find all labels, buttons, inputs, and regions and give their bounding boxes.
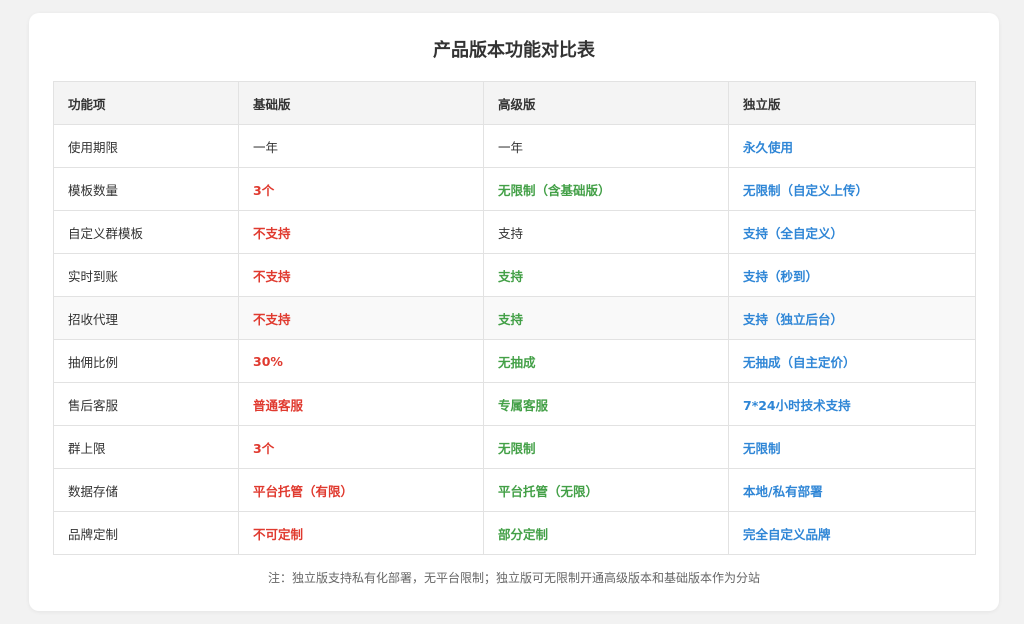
feature-cell: 抽佣比例 [53, 339, 239, 383]
feature-cell: 招收代理 [53, 296, 239, 340]
basic-cell: 3个 [238, 425, 484, 469]
feature-cell: 使用期限 [53, 124, 239, 168]
feature-cell: 品牌定制 [53, 511, 239, 555]
comparison-table: 功能项 基础版 高级版 独立版 使用期限 一年 一年 永久使用 模板数量 3个 无限制（含基… [53, 81, 976, 555]
table-row: 使用期限 一年 一年 永久使用 [53, 124, 976, 168]
table-row: 模板数量 3个 无限制（含基础版） 无限制（自定义上传） [53, 167, 976, 211]
table-row: 群上限 3个 无限制 无限制 [53, 425, 976, 469]
table-header-row: 功能项 基础版 高级版 独立版 [53, 81, 976, 125]
advanced-cell: 平台托管（无限） [483, 468, 729, 512]
table-row: 售后客服 普通客服 专属客服 7*24小时技术支持 [53, 382, 976, 426]
table-row: 品牌定制 不可定制 部分定制 完全自定义品牌 [53, 511, 976, 555]
independent-cell: 支持（全自定义） [728, 210, 976, 254]
header-independent: 独立版 [728, 81, 976, 125]
feature-cell: 实时到账 [53, 253, 239, 297]
basic-cell: 不可定制 [238, 511, 484, 555]
table-row: 抽佣比例 30% 无抽成 无抽成（自主定价） [53, 339, 976, 383]
table-row: 数据存储 平台托管（有限） 平台托管（无限） 本地/私有部署 [53, 468, 976, 512]
independent-cell: 完全自定义品牌 [728, 511, 976, 555]
feature-cell: 模板数量 [53, 167, 239, 211]
feature-cell: 群上限 [53, 425, 239, 469]
advanced-cell: 无限制（含基础版） [483, 167, 729, 211]
basic-cell: 3个 [238, 167, 484, 211]
independent-cell: 永久使用 [728, 124, 976, 168]
comparison-card: 产品版本功能对比表 功能项 基础版 高级版 独立版 使用期限 一年 一年 永久使用 模板… [29, 13, 999, 611]
independent-cell: 无限制（自定义上传） [728, 167, 976, 211]
advanced-cell: 支持 [483, 210, 729, 254]
advanced-cell: 一年 [483, 124, 729, 168]
header-basic: 基础版 [238, 81, 484, 125]
table-body: 使用期限 一年 一年 永久使用 模板数量 3个 无限制（含基础版） 无限制（自定义上传） 自定义… [53, 124, 976, 555]
basic-cell: 不支持 [238, 296, 484, 340]
header-feature: 功能项 [53, 81, 239, 125]
basic-cell: 平台托管（有限） [238, 468, 484, 512]
basic-cell: 30% [238, 339, 484, 383]
header-advanced: 高级版 [483, 81, 729, 125]
basic-cell: 不支持 [238, 210, 484, 254]
feature-cell: 数据存储 [53, 468, 239, 512]
advanced-cell: 专属客服 [483, 382, 729, 426]
page-title: 产品版本功能对比表 [433, 40, 595, 61]
advanced-cell: 支持 [483, 253, 729, 297]
table-row: 招收代理 不支持 支持 支持（独立后台） [53, 296, 976, 340]
independent-cell: 无抽成（自主定价） [728, 339, 976, 383]
advanced-cell: 部分定制 [483, 511, 729, 555]
advanced-cell: 无限制 [483, 425, 729, 469]
feature-cell: 售后客服 [53, 382, 239, 426]
table-row: 实时到账 不支持 支持 支持（秒到） [53, 253, 976, 297]
feature-cell: 自定义群模板 [53, 210, 239, 254]
basic-cell: 普通客服 [238, 382, 484, 426]
independent-cell: 7*24小时技术支持 [728, 382, 976, 426]
independent-cell: 无限制 [728, 425, 976, 469]
independent-cell: 支持（秒到） [728, 253, 976, 297]
basic-cell: 一年 [238, 124, 484, 168]
table-row: 自定义群模板 不支持 支持 支持（全自定义） [53, 210, 976, 254]
advanced-cell: 无抽成 [483, 339, 729, 383]
footnote: 注：独立版支持私有化部署，无平台限制；独立版可无限制开通高级版本和基础版本作为分… [267, 571, 760, 585]
independent-cell: 支持（独立后台） [728, 296, 976, 340]
independent-cell: 本地/私有部署 [728, 468, 976, 512]
basic-cell: 不支持 [238, 253, 484, 297]
advanced-cell: 支持 [483, 296, 729, 340]
